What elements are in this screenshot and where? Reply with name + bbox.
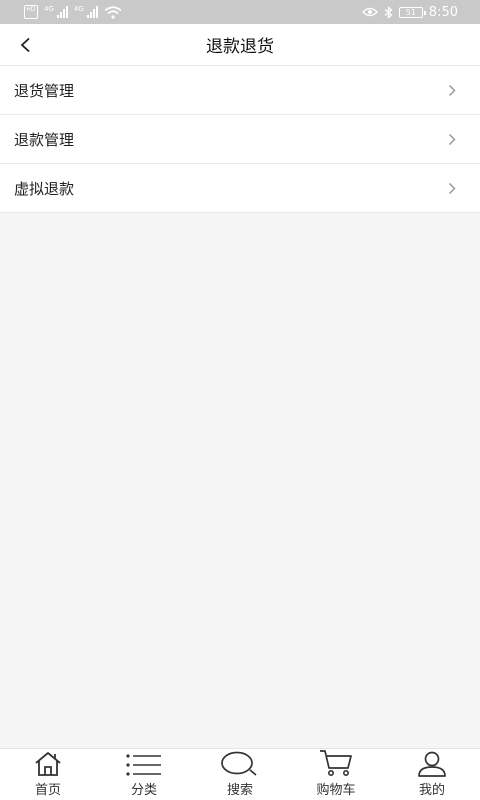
eye-icon — [361, 7, 378, 17]
menu-item-refund-management[interactable]: 退款管理 — [0, 115, 480, 164]
battery-icon: 51 — [398, 6, 426, 18]
home-icon — [35, 752, 61, 776]
menu-item-label: 虚拟退款 — [14, 179, 75, 198]
search-icon — [221, 751, 257, 776]
network-type-1: 4G — [44, 5, 54, 13]
bluetooth-icon — [384, 5, 393, 19]
tab-label: 我的 — [418, 783, 445, 798]
tab-profile[interactable]: 我的 — [384, 748, 480, 800]
tab-label: 搜索 — [226, 783, 253, 798]
tab-label: 分类 — [130, 783, 157, 798]
status-time: 8:50 — [428, 4, 458, 20]
page-title: 退款退货 — [206, 37, 274, 57]
tab-home[interactable]: 首页 — [0, 748, 96, 800]
chevron-right-icon — [448, 182, 456, 194]
sim1-badge: HD — [24, 5, 38, 19]
tab-search[interactable]: 搜索 — [192, 748, 288, 800]
tab-label: 首页 — [34, 783, 61, 798]
bottom-tab-bar: 首页 分类 搜索 购物车 我的 — [0, 748, 480, 800]
menu-item-label: 退款管理 — [14, 130, 75, 149]
tab-category[interactable]: 分类 — [96, 748, 192, 800]
status-bar: HD 4G 4G 51 8:50 — [0, 0, 480, 24]
cart-icon — [320, 750, 352, 776]
signal-icon-2 — [86, 6, 98, 18]
chevron-left-icon — [20, 37, 30, 53]
list-icon — [126, 754, 161, 776]
status-left: HD 4G 4G — [24, 5, 122, 19]
user-icon — [418, 751, 446, 777]
menu-item-label: 退货管理 — [14, 81, 75, 100]
signal-icon — [56, 6, 68, 18]
wifi-icon — [104, 5, 122, 19]
battery-level: 51 — [405, 7, 416, 17]
back-button[interactable] — [12, 32, 38, 58]
tab-cart[interactable]: 购物车 — [288, 748, 384, 800]
menu-list: 退货管理 退款管理 虚拟退款 — [0, 66, 480, 213]
chevron-right-icon — [448, 133, 456, 145]
network-type-2: 4G — [73, 5, 84, 13]
menu-item-return-management[interactable]: 退货管理 — [0, 66, 480, 115]
menu-item-virtual-refund[interactable]: 虚拟退款 — [0, 164, 480, 213]
page-header: 退款退货 — [0, 24, 480, 66]
status-right: 51 8:50 — [361, 4, 458, 20]
chevron-right-icon — [448, 84, 456, 96]
tab-label: 购物车 — [316, 783, 356, 798]
